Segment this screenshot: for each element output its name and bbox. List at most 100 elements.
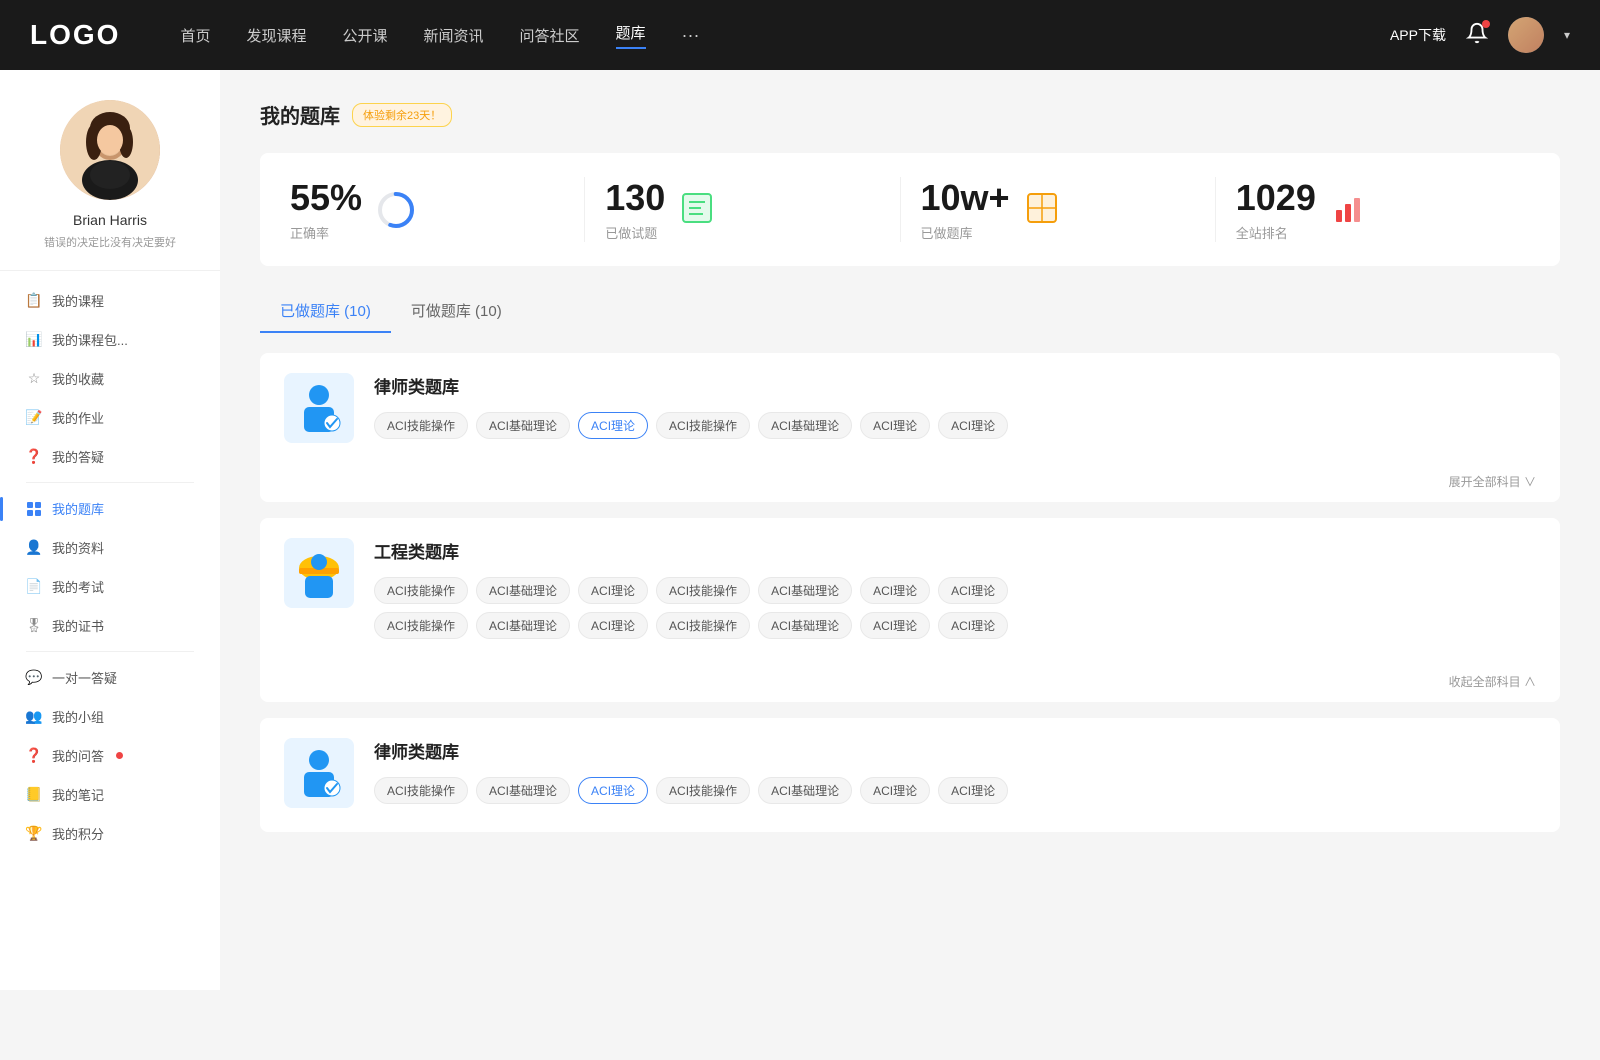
nav-more[interactable]: ··· [682, 25, 700, 46]
tag-lawyer1-2[interactable]: ACI理论 [578, 412, 648, 439]
tag-eng1-r2-1[interactable]: ACI基础理论 [476, 612, 570, 639]
nav-news[interactable]: 新闻资讯 [424, 25, 484, 46]
tag-eng1-r2-3[interactable]: ACI技能操作 [656, 612, 750, 639]
tag-lawyer2-4[interactable]: ACI基础理论 [758, 777, 852, 804]
sidebar-item-homework[interactable]: 📝 我的作业 [10, 398, 210, 437]
bank-icon-engineer1 [284, 538, 354, 608]
tag-eng1-r2-2[interactable]: ACI理论 [578, 612, 648, 639]
bank-card-engineer1-content: 工程类题库 ACI技能操作 ACI基础理论 ACI理论 ACI技能操作 ACI基… [260, 518, 1560, 667]
profile-avatar[interactable] [60, 100, 160, 200]
sidebar-item-certificates-label: 我的证书 [52, 616, 104, 635]
profile-motto: 错误的决定比没有决定要好 [44, 234, 176, 250]
menu-divider-2 [26, 651, 194, 652]
tag-lawyer1-6[interactable]: ACI理论 [938, 412, 1008, 439]
notification-bell[interactable] [1466, 22, 1488, 49]
banks-grid-icon [1024, 190, 1064, 230]
tag-eng1-r1-1[interactable]: ACI基础理论 [476, 577, 570, 604]
sidebar-item-exams-label: 我的考试 [52, 577, 104, 596]
profile-icon: 👤 [26, 540, 42, 556]
app-download[interactable]: APP下载 [1390, 25, 1446, 45]
bank-tags-lawyer2: ACI技能操作 ACI基础理论 ACI理论 ACI技能操作 ACI基础理论 AC… [374, 777, 1536, 804]
sidebar-item-favorites-label: 我的收藏 [52, 369, 104, 388]
sidebar-item-notes[interactable]: 📒 我的笔记 [10, 775, 210, 814]
tag-lawyer2-5[interactable]: ACI理论 [860, 777, 930, 804]
sidebar-item-groups-label: 我的小组 [52, 707, 104, 726]
tag-eng1-r1-6[interactable]: ACI理论 [938, 577, 1008, 604]
stats-card: 55% 正确率 130 已做试题 [260, 153, 1560, 266]
sidebar-item-course-packages[interactable]: 📊 我的课程包... [10, 320, 210, 359]
tag-lawyer2-1[interactable]: ACI基础理论 [476, 777, 570, 804]
sidebar-item-questions[interactable]: ❓ 我的问答 [10, 736, 210, 775]
tag-eng1-r2-4[interactable]: ACI基础理论 [758, 612, 852, 639]
tag-eng1-r1-5[interactable]: ACI理论 [860, 577, 930, 604]
nav-mooc[interactable]: 公开课 [342, 25, 387, 46]
course-packages-icon: 📊 [26, 332, 42, 348]
bank-name-engineer1: 工程类题库 [374, 538, 1536, 563]
favorites-icon: ☆ [26, 371, 42, 387]
sidebar-item-points[interactable]: 🏆 我的积分 [10, 814, 210, 853]
navbar-right: APP下载 ▾ [1390, 17, 1570, 53]
page-header: 我的题库 体验剩余23天！ [260, 100, 1560, 129]
tag-lawyer2-0[interactable]: ACI技能操作 [374, 777, 468, 804]
tag-eng1-r1-4[interactable]: ACI基础理论 [758, 577, 852, 604]
nav-qa[interactable]: 问答社区 [520, 25, 580, 46]
avatar[interactable] [1508, 17, 1544, 53]
tag-eng1-r2-0[interactable]: ACI技能操作 [374, 612, 468, 639]
tab-available[interactable]: 可做题库 (10) [391, 290, 522, 333]
sidebar-item-answers[interactable]: ❓ 我的答疑 [10, 437, 210, 476]
sidebar-item-courses[interactable]: 📋 我的课程 [10, 281, 210, 320]
tab-done[interactable]: 已做题库 (10) [260, 290, 391, 333]
bank-card-lawyer1: 律师类题库 ACI技能操作 ACI基础理论 ACI理论 ACI技能操作 ACI基… [260, 353, 1560, 502]
tag-lawyer2-6[interactable]: ACI理论 [938, 777, 1008, 804]
tag-lawyer2-3[interactable]: ACI技能操作 [656, 777, 750, 804]
sidebar-item-profile[interactable]: 👤 我的资料 [10, 528, 210, 567]
tag-eng1-r1-2[interactable]: ACI理论 [578, 577, 648, 604]
tag-lawyer1-1[interactable]: ACI基础理论 [476, 412, 570, 439]
points-icon: 🏆 [26, 826, 42, 842]
sidebar-item-tutoring[interactable]: 💬 一对一答疑 [10, 658, 210, 697]
tag-lawyer2-2[interactable]: ACI理论 [578, 777, 648, 804]
logo[interactable]: LOGO [30, 19, 120, 51]
expand-btn-lawyer1[interactable]: 展开全部科目 ∨ [260, 467, 1560, 502]
bank-icon-lawyer2 [284, 738, 354, 808]
tag-eng1-r2-5[interactable]: ACI理论 [860, 612, 930, 639]
sidebar-item-points-label: 我的积分 [52, 824, 104, 843]
nav-discover[interactable]: 发现课程 [246, 25, 306, 46]
questions-list-icon [679, 190, 719, 230]
questions-badge [116, 752, 123, 759]
stat-questions: 130 已做试题 [585, 177, 900, 242]
menu-divider-1 [26, 482, 194, 483]
profile-name: Brian Harris [73, 212, 147, 228]
tag-lawyer1-5[interactable]: ACI理论 [860, 412, 930, 439]
avatar-chevron-icon[interactable]: ▾ [1564, 28, 1570, 42]
sidebar-item-exams[interactable]: 📄 我的考试 [10, 567, 210, 606]
sidebar-item-certificates[interactable]: 🎖 我的证书 [10, 606, 210, 645]
tag-eng1-r2-6[interactable]: ACI理论 [938, 612, 1008, 639]
stat-accuracy-value: 55% 正确率 [290, 177, 362, 242]
tag-eng1-r1-0[interactable]: ACI技能操作 [374, 577, 468, 604]
collapse-btn-engineer1[interactable]: 收起全部科目 ∧ [260, 667, 1560, 702]
nav-questionbank[interactable]: 题库 [616, 22, 646, 49]
stat-questions-value: 130 已做试题 [605, 177, 665, 242]
tag-lawyer1-3[interactable]: ACI技能操作 [656, 412, 750, 439]
tag-eng1-r1-3[interactable]: ACI技能操作 [656, 577, 750, 604]
groups-icon: 👥 [26, 709, 42, 725]
nav-links: 首页 发现课程 公开课 新闻资讯 问答社区 题库 ··· [180, 22, 1390, 49]
notification-dot [1482, 20, 1490, 28]
trial-badge: 体验剩余23天！ [352, 103, 452, 127]
bank-card-lawyer2-content: 律师类题库 ACI技能操作 ACI基础理论 ACI理论 ACI技能操作 ACI基… [260, 718, 1560, 832]
nav-home[interactable]: 首页 [180, 25, 210, 46]
sidebar-item-groups[interactable]: 👥 我的小组 [10, 697, 210, 736]
tag-lawyer1-0[interactable]: ACI技能操作 [374, 412, 468, 439]
certificates-icon: 🎖 [26, 618, 42, 634]
sidebar-item-questionbank[interactable]: 我的题库 [10, 489, 210, 528]
sidebar-item-courses-label: 我的课程 [52, 291, 104, 310]
sidebar-item-notes-label: 我的笔记 [52, 785, 104, 804]
sidebar: Brian Harris 错误的决定比没有决定要好 📋 我的课程 📊 我的课程包… [0, 70, 220, 990]
bank-card-engineer1: 工程类题库 ACI技能操作 ACI基础理论 ACI理论 ACI技能操作 ACI基… [260, 518, 1560, 702]
bank-name-lawyer1: 律师类题库 [374, 373, 1536, 398]
sidebar-item-favorites[interactable]: ☆ 我的收藏 [10, 359, 210, 398]
sidebar-item-answers-label: 我的答疑 [52, 447, 104, 466]
tag-lawyer1-4[interactable]: ACI基础理论 [758, 412, 852, 439]
main-layout: Brian Harris 错误的决定比没有决定要好 📋 我的课程 📊 我的课程包… [0, 70, 1600, 990]
